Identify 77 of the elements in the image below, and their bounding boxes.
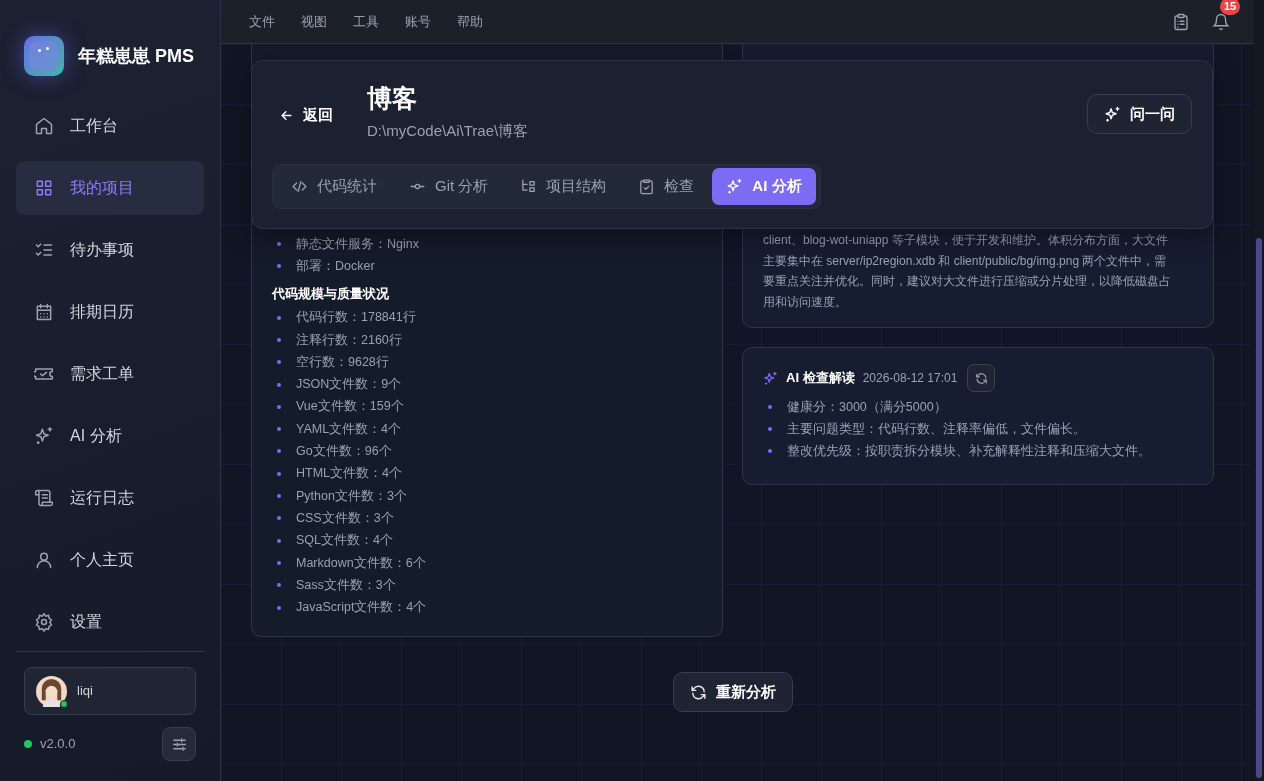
settings-button[interactable] [162, 727, 196, 761]
version-label: v2.0.0 [40, 735, 76, 754]
tab[interactable]: AI 分析 [712, 168, 816, 205]
sidebar-item[interactable]: AI 分析 [16, 409, 204, 463]
list-item: 部署：Docker [296, 257, 375, 275]
sidebar-item[interactable]: 个人主页 [16, 533, 204, 587]
menu-item[interactable]: 文件 [249, 11, 275, 32]
list-item: JSON文件数：9个 [296, 376, 402, 394]
list-item: Sass文件数：3个 [296, 576, 396, 594]
list-item: 静态文件服务：Nginx [296, 235, 419, 253]
tab[interactable]: 检查 [624, 168, 709, 205]
list-item: HTML文件数：4个 [296, 465, 402, 483]
project-path: D:\myCode\Ai\Trae\博客 [367, 121, 529, 141]
sparkles-icon [1104, 105, 1121, 123]
list-item: 健康分：3000（满分5000） [787, 398, 947, 416]
menu-item[interactable]: 帮助 [457, 11, 483, 32]
sidebar-item[interactable]: 运行日志 [16, 471, 204, 525]
sparkles-icon [763, 370, 778, 386]
refresh-button[interactable] [967, 364, 996, 392]
sidebar-item[interactable]: 我的项目 [16, 161, 204, 215]
grid-icon [34, 178, 54, 198]
menu-item[interactable]: 视图 [301, 11, 327, 32]
summary-text-line: client、blog-wot-uniapp 等子模块，便于开发和维护。体积分布方面，大文件 [763, 232, 1169, 249]
settings-icon [34, 612, 54, 632]
list-item: 空行数：9628行 [296, 353, 389, 371]
list-item: 注释行数：2160行 [296, 331, 402, 349]
menu-item[interactable]: 账号 [405, 11, 431, 32]
sidebar-item[interactable]: 待办事项 [16, 223, 204, 277]
notification-badge: 15 [1220, 0, 1241, 15]
user-icon [34, 550, 54, 570]
tree-icon [520, 178, 538, 195]
tab[interactable]: Git 分析 [395, 168, 503, 205]
ask-button[interactable]: 问一问 [1087, 94, 1192, 134]
list-item: 代码行数：178841行 [296, 309, 416, 327]
list-item: JavaScript文件数：4个 [296, 599, 427, 617]
list-item: Vue文件数：159个 [296, 398, 404, 416]
section-heading: 代码规模与质量状况 [272, 285, 390, 303]
reanalyze-button[interactable]: 重新分析 [672, 672, 793, 712]
tab[interactable]: 项目结构 [506, 168, 621, 205]
sparkles-icon [34, 426, 54, 446]
sidebar-item[interactable]: 设置 [16, 595, 204, 649]
list-item: Python文件数：3个 [296, 487, 407, 505]
summary-text-line: 要重点关注并优化。同时，建议对大文件进行压缩或分片处理，以降低磁盘占 [763, 273, 1172, 290]
code-icon [291, 178, 308, 195]
list-item: 主要问题类型：代码行数、注释率偏低，文件偏长。 [787, 420, 1086, 438]
list-item: CSS文件数：3个 [296, 509, 394, 527]
refresh-icon [974, 371, 988, 385]
refresh-icon [689, 683, 707, 701]
list-item: SQL文件数：4个 [296, 532, 393, 550]
summary-text-line: 用和访问速度。 [763, 293, 848, 311]
summary-text-line: 主要集中在 server/ip2region.xdb 和 client/public/bg/img.png 两个文件中，需 [763, 252, 1168, 270]
app-logo-icon [24, 36, 64, 76]
list-item: Markdown文件数：6个 [296, 554, 426, 572]
sparkles-icon [726, 178, 744, 195]
user-name: liqi [77, 682, 93, 701]
sliders-icon [170, 735, 188, 753]
back-button[interactable]: 返回 [279, 104, 333, 127]
menu-item[interactable]: 工具 [353, 11, 379, 32]
home-icon [34, 116, 54, 136]
list-item: Go文件数：96个 [296, 443, 392, 461]
scroll-icon [34, 488, 54, 508]
sidebar-item[interactable]: 排期日历 [16, 285, 204, 339]
sidebar-item[interactable]: 需求工单 [16, 347, 204, 401]
clipboard-icon[interactable] [1172, 12, 1190, 31]
list-item: 整改优先级：按职责拆分模块、补充解释性注释和压缩大文件。 [787, 442, 1151, 460]
list-item: YAML文件数：4个 [296, 420, 402, 438]
clipboard-check-icon [638, 178, 656, 195]
timestamp: 2026-08-12 17:01 [862, 370, 958, 387]
calendar-icon [34, 302, 54, 322]
app-name: 年糕崽崽 PMS [78, 44, 194, 68]
project-title: 博客 [367, 83, 418, 114]
avatar-icon [36, 675, 67, 707]
card-title: AI 检查解读 [786, 369, 855, 388]
tab[interactable]: 代码统计 [277, 168, 391, 205]
bell-icon[interactable] [1212, 12, 1230, 31]
user-card[interactable]: liqi [24, 667, 196, 715]
sidebar-item[interactable]: 工作台 [16, 99, 204, 153]
